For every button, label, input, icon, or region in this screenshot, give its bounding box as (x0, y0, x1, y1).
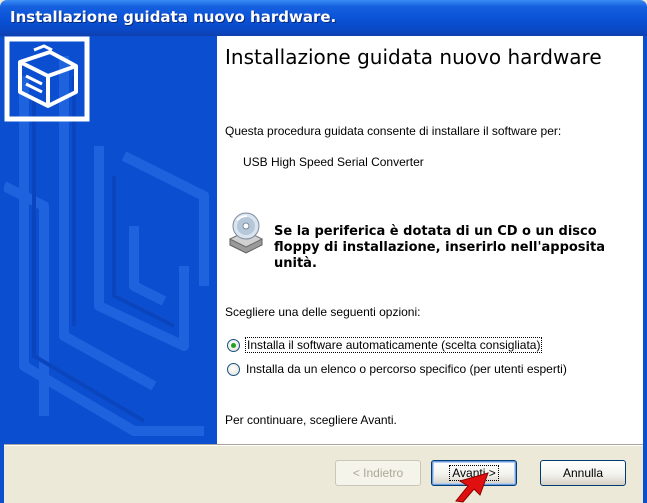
device-name: USB High Speed Serial Converter (243, 155, 424, 169)
wizard-content: Installazione guidata nuovo hardware Que… (217, 36, 643, 444)
title-bar[interactable]: Installazione guidata nuovo hardware. (0, 0, 647, 36)
hardware-wizard-icon (4, 36, 90, 122)
button-separator-highlight (4, 445, 643, 446)
cd-note-line-3: unità. (274, 256, 317, 271)
cd-install-note: Se la periferica è dotata di un CD o un … (274, 224, 634, 272)
radio-automatic[interactable] (227, 338, 240, 352)
intro-text: Questa procedura guidata consente di ins… (225, 124, 562, 138)
wizard-heading: Installazione guidata nuovo hardware (225, 45, 602, 69)
window-frame-right (643, 36, 647, 503)
cd-note-line-1: Se la periferica è dotata di un CD o un … (274, 224, 597, 239)
option-automatic-label[interactable]: Installa il software automaticamente (sc… (244, 337, 543, 353)
window-title: Installazione guidata nuovo hardware. (10, 8, 337, 26)
option-install-from-location[interactable]: Installa da un elenco o percorso specifi… (227, 359, 567, 379)
option-install-automatic[interactable]: Installa il software automaticamente (sc… (227, 335, 543, 355)
back-button-label: < Indietro (352, 466, 404, 480)
cd-disk-icon (228, 212, 264, 254)
cancel-button-label: Annulla (562, 466, 604, 480)
option-specific-label[interactable]: Installa da un elenco o percorso specifi… (246, 362, 567, 376)
continue-instruction: Per continuare, scegliere Avanti. (225, 413, 397, 427)
back-button[interactable]: < Indietro (335, 460, 421, 486)
mouse-cursor-icon (455, 472, 489, 503)
cd-note-line-2: floppy di installazione, inserirlo nell'… (274, 240, 605, 255)
cancel-button[interactable]: Annulla (540, 460, 626, 486)
wizard-banner (4, 36, 217, 444)
options-prompt: Scegliere una delle seguenti opzioni: (225, 305, 421, 319)
radio-specific-location[interactable] (227, 362, 240, 376)
